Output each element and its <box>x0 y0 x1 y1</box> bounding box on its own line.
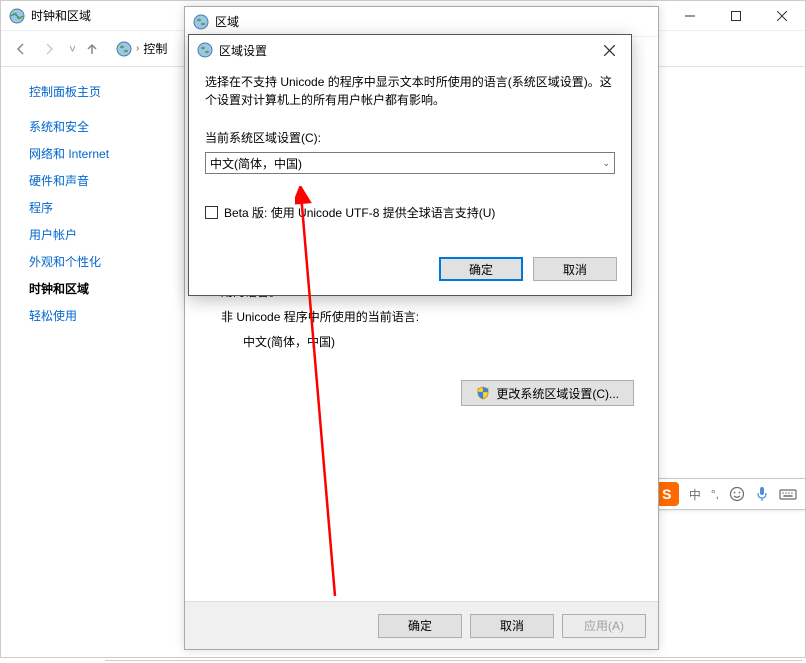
region-ok-button[interactable]: 确定 <box>378 614 462 638</box>
ime-face-icon[interactable] <box>729 486 745 502</box>
breadcrumb[interactable]: › 控制 <box>116 40 167 57</box>
change-locale-label: 更改系统区域设置(C)... <box>496 385 619 402</box>
settings-cancel-button[interactable]: 取消 <box>533 257 617 281</box>
non-unicode-label: 非 Unicode 程序中所使用的当前语言: <box>221 308 622 325</box>
globe-icon <box>193 14 209 30</box>
region-footer: 确定 取消 应用(A) <box>185 601 658 649</box>
settings-close-button[interactable] <box>589 36 629 64</box>
settings-body: 选择在不支持 Unicode 的程序中显示文本时所使用的语言(系统区域设置)。这… <box>189 65 631 229</box>
globe-icon <box>116 41 132 57</box>
globe-icon <box>197 42 213 58</box>
ime-mode[interactable]: 中 <box>689 486 701 503</box>
ime-punct[interactable]: °, <box>711 487 719 501</box>
current-language-value: 中文(简体，中国) <box>243 333 622 350</box>
nav-chevron-icon: ˅ <box>69 42 76 56</box>
sidebar-item-hardware[interactable]: 硬件和声音 <box>29 174 89 188</box>
up-button[interactable] <box>80 37 104 61</box>
settings-title: 区域设置 <box>219 42 267 59</box>
region-titlebar: 区域 <box>185 7 658 37</box>
region-title: 区域 <box>215 13 239 30</box>
sidebar-item-ease[interactable]: 轻松使用 <box>29 309 77 323</box>
beta-label: Beta 版: 使用 Unicode UTF-8 提供全球语言支持(U) <box>224 204 495 221</box>
close-button[interactable] <box>759 1 805 31</box>
ime-mic-icon[interactable] <box>755 486 769 502</box>
sidebar-item-system[interactable]: 系统和安全 <box>29 120 89 134</box>
bottom-divider <box>105 660 802 661</box>
forward-button[interactable] <box>37 37 61 61</box>
settings-ok-button[interactable]: 确定 <box>439 257 523 281</box>
back-button[interactable] <box>9 37 33 61</box>
chevron-down-icon: ⌄ <box>602 158 610 169</box>
region-apply-button: 应用(A) <box>562 614 646 638</box>
sidebar-item-users[interactable]: 用户帐户 <box>29 228 77 242</box>
sidebar-item-network[interactable]: 网络和 Internet <box>29 147 109 161</box>
maximize-button[interactable] <box>713 1 759 31</box>
globe-icon <box>9 8 25 24</box>
sidebar-home[interactable]: 控制面板主页 <box>29 83 176 100</box>
locale-value: 中文(简体，中国) <box>210 155 302 172</box>
sidebar-item-programs[interactable]: 程序 <box>29 201 53 215</box>
ime-keyboard-icon[interactable] <box>779 487 797 501</box>
ime-toolbar[interactable]: S 中 °, <box>646 478 806 510</box>
beta-row: Beta 版: 使用 Unicode UTF-8 提供全球语言支持(U) <box>205 204 615 221</box>
settings-buttons: 确定 取消 <box>439 257 617 281</box>
settings-titlebar: 区域设置 <box>189 35 631 65</box>
window-controls <box>667 1 805 31</box>
settings-description: 选择在不支持 Unicode 的程序中显示文本时所使用的语言(系统区域设置)。这… <box>205 73 615 109</box>
beta-checkbox[interactable] <box>205 206 218 219</box>
locale-select[interactable]: 中文(简体，中国) ⌄ <box>205 152 615 174</box>
parent-title: 时钟和区域 <box>31 7 91 24</box>
sidebar-item-appearance[interactable]: 外观和个性化 <box>29 255 101 269</box>
sidebar-item-clock-region[interactable]: 时钟和区域 <box>29 282 89 296</box>
sidebar: 控制面板主页 系统和安全 网络和 Internet 硬件和声音 程序 用户帐户 … <box>1 67 176 657</box>
shield-icon <box>476 386 490 400</box>
sidebar-list: 系统和安全 网络和 Internet 硬件和声音 程序 用户帐户 外观和个性化 … <box>29 118 176 324</box>
region-cancel-button[interactable]: 取消 <box>470 614 554 638</box>
breadcrumb-item[interactable]: 控制 <box>143 40 167 57</box>
breadcrumb-arrow-icon: › <box>136 43 139 54</box>
locale-label: 当前系统区域设置(C): <box>205 129 615 146</box>
change-locale-button[interactable]: 更改系统区域设置(C)... <box>461 380 634 406</box>
minimize-button[interactable] <box>667 1 713 31</box>
region-settings-dialog: 区域设置 选择在不支持 Unicode 的程序中显示文本时所使用的语言(系统区域… <box>188 34 632 296</box>
